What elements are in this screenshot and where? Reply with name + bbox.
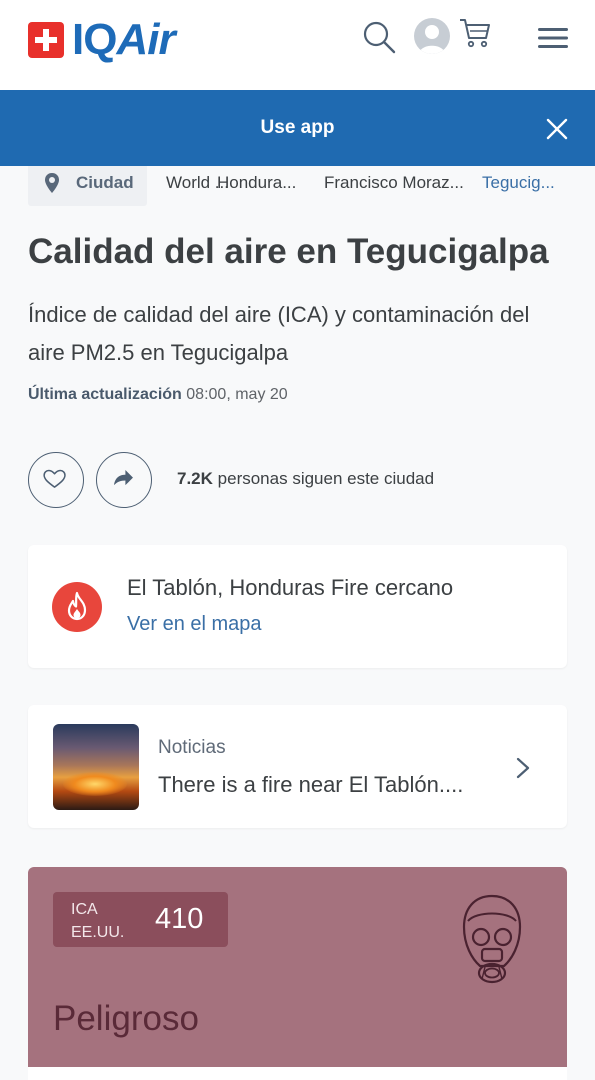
aqi-label: ICA EE.UU. [71,898,124,944]
menu-icon[interactable] [538,26,568,50]
swiss-flag-icon [28,22,64,58]
aqi-card: ICA EE.UU. 410 Peligroso [28,867,567,1080]
top-header: IQAir [0,0,595,90]
fire-alert-title: El Tablón, Honduras Fire cercano [127,575,454,600]
heart-icon [43,469,66,488]
news-card[interactable]: Noticias There is a fire near El Tablón.… [28,705,567,828]
followers-number: 7.2K [177,469,213,488]
breadcrumb-city-chip[interactable]: Ciudad [28,166,147,206]
aqi-status: Peligroso [53,999,199,1038]
chevron-right-icon[interactable] [516,757,530,779]
aqi-card-footer [28,1067,567,1080]
aqi-value: 410 [155,903,204,935]
last-updated-label: Última actualización [28,386,182,403]
last-updated-value: 08:00, may 20 [186,386,288,403]
page-subtitle: Índice de calidad del aire (ICA) y conta… [28,302,530,365]
news-label: Noticias [158,737,226,758]
use-app-banner[interactable]: Use app [0,90,595,166]
page-title: Calidad del aire en Tegucigalpa [28,232,549,271]
cart-icon[interactable] [458,16,492,50]
share-arrow-icon [114,470,133,486]
aqi-label-line2: EE.UU. [71,924,125,941]
followers-text: personas siguen este ciudad [217,469,435,488]
user-icon [419,25,445,54]
followers-count: 7.2K personas siguen este ciudad [177,469,434,489]
news-thumbnail [53,724,139,810]
search-icon[interactable] [362,20,396,54]
fire-alert-card[interactable]: El Tablón, Honduras Fire cercano Ver en … [28,545,567,668]
news-title: There is a fire near El Tablón.... [158,772,464,797]
view-on-map-link[interactable]: Ver en el mapa [127,613,262,636]
breadcrumb-item-tegucigalpa[interactable]: Tegucig... [482,173,555,193]
aqi-label-line1: ICA [71,901,98,918]
breadcrumb-item-francisco-morazan[interactable]: Francisco Moraz... [324,173,464,193]
last-updated: Última actualización 08:00, may 20 [28,386,288,404]
location-pin-icon [45,173,59,193]
use-app-label[interactable]: Use app [0,117,595,139]
breadcrumb-chip-label: Ciudad [76,173,134,192]
avatar[interactable] [414,18,450,54]
aqi-badge: ICA EE.UU. 410 [53,892,228,947]
close-icon[interactable] [546,118,568,140]
logo-text: IQAir [72,15,176,64]
favorite-button[interactable] [28,452,84,508]
share-button[interactable] [96,452,152,508]
iqair-logo[interactable]: IQAir [28,15,176,64]
breadcrumb-item-honduras[interactable]: Hondura... [217,173,296,193]
breadcrumb: Ciudad World ... Hondura... Francisco Mo… [28,166,595,206]
fire-icon [52,582,102,632]
gas-mask-icon [462,894,522,984]
